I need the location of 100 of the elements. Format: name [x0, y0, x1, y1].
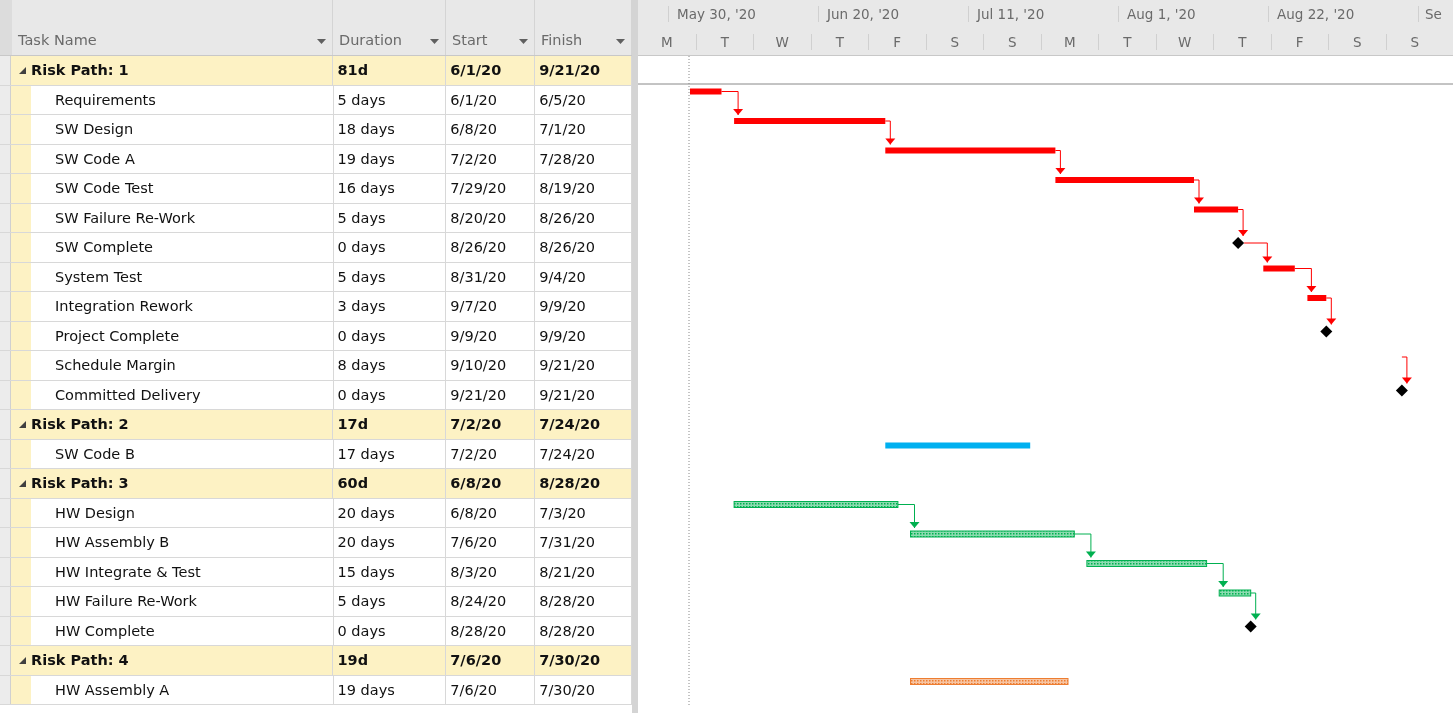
- duration-cell: 0 days: [337, 622, 386, 639]
- start-date-cell: 6/1/20: [450, 62, 502, 79]
- start-date-cell: 8/24/20: [450, 593, 507, 610]
- task-name: Committed Delivery: [55, 386, 201, 403]
- finish-date-cell: 8/26/20: [539, 209, 596, 226]
- task-name: SW Complete: [55, 239, 154, 256]
- finish-date-cell: 9/21/20: [539, 386, 596, 403]
- summary-task-name: Risk Path: 1: [31, 62, 129, 79]
- day-label: S: [983, 34, 1041, 50]
- finish-date-cell: 7/1/20: [539, 121, 586, 138]
- finish-date-cell: 7/28/20: [539, 150, 596, 167]
- day-label: T: [1213, 34, 1271, 50]
- task-name: SW Code Test: [55, 180, 154, 197]
- task-name: HW Design: [55, 504, 135, 521]
- day-label: T: [810, 34, 868, 50]
- finish-date-cell: 9/9/20: [539, 327, 586, 344]
- finish-date-cell: 8/28/20: [539, 475, 601, 492]
- task-name: Integration Rework: [55, 298, 193, 315]
- start-date-cell: 8/28/20: [450, 622, 507, 639]
- summary-task-name: Risk Path: 3: [31, 475, 129, 492]
- finish-date-cell: 9/21/20: [539, 357, 596, 374]
- finish-date-cell: 7/31/20: [539, 534, 596, 551]
- duration-cell: 17 days: [337, 445, 395, 462]
- summary-task-name: Risk Path: 2: [31, 416, 129, 433]
- day-label: W: [753, 34, 811, 50]
- start-date-cell: 9/21/20: [450, 386, 507, 403]
- duration-cell: 3 days: [337, 298, 386, 315]
- duration-cell: 5 days: [337, 91, 386, 108]
- task-name: SW Code A: [55, 150, 135, 167]
- start-date-cell: 7/29/20: [450, 180, 507, 197]
- column-header[interactable]: Start: [446, 0, 535, 55]
- day-label: S: [1328, 34, 1386, 50]
- finish-date-cell: 9/4/20: [539, 268, 586, 285]
- duration-cell: 20 days: [337, 504, 395, 521]
- finish-date-cell: 7/3/20: [539, 504, 586, 521]
- finish-date-cell: 7/24/20: [539, 445, 596, 462]
- column-header[interactable]: Duration: [333, 0, 446, 55]
- finish-date-cell: 8/19/20: [539, 180, 596, 197]
- day-label: T: [695, 34, 753, 50]
- finish-date-cell: 7/24/20: [539, 416, 601, 433]
- duration-cell: 0 days: [337, 386, 386, 403]
- duration-cell: 8 days: [337, 357, 386, 374]
- finish-date-cell: 9/9/20: [539, 298, 586, 315]
- day-label: S: [1385, 34, 1443, 50]
- finish-date-cell: 8/21/20: [539, 563, 596, 580]
- duration-cell: 19 days: [337, 681, 395, 698]
- duration-cell: 18 days: [337, 121, 395, 138]
- duration-cell: 0 days: [337, 327, 386, 344]
- duration-cell: 81d: [337, 62, 369, 79]
- day-label: S: [925, 34, 983, 50]
- task-name: Schedule Margin: [55, 357, 176, 374]
- task-name: System Test: [55, 268, 143, 285]
- timescale-label: Jul 11, '20: [968, 6, 1118, 22]
- duration-cell: 16 days: [337, 180, 395, 197]
- finish-date-cell: 6/5/20: [539, 91, 586, 108]
- task-name: SW Failure Re-Work: [55, 209, 196, 226]
- duration-cell: 17d: [337, 416, 369, 433]
- day-label: T: [1098, 34, 1156, 50]
- duration-cell: 5 days: [337, 209, 386, 226]
- finish-date-cell: 8/28/20: [539, 622, 596, 639]
- finish-date-cell: 7/30/20: [539, 652, 601, 669]
- task-name: HW Complete: [55, 622, 155, 639]
- finish-date-cell: 7/30/20: [539, 681, 596, 698]
- start-date-cell: 8/31/20: [450, 268, 507, 285]
- start-date-cell: 6/8/20: [450, 475, 502, 492]
- start-date-cell: 7/6/20: [450, 652, 502, 669]
- start-date-cell: 9/10/20: [450, 357, 507, 374]
- start-date-cell: 7/6/20: [450, 681, 497, 698]
- duration-cell: 5 days: [337, 268, 386, 285]
- task-name: Requirements: [55, 91, 156, 108]
- day-label: F: [868, 34, 926, 50]
- duration-cell: 60d: [337, 475, 369, 492]
- start-date-cell: 7/2/20: [450, 416, 502, 433]
- column-header[interactable]: Task Name: [12, 0, 333, 55]
- day-label: F: [1270, 34, 1328, 50]
- start-date-cell: 7/2/20: [450, 150, 497, 167]
- duration-cell: 5 days: [337, 593, 386, 610]
- timescale-label: Jun 20, '20: [818, 6, 968, 22]
- task-name: SW Code B: [55, 445, 135, 462]
- task-name: HW Integrate & Test: [55, 563, 201, 580]
- finish-date-cell: 8/26/20: [539, 239, 596, 256]
- start-date-cell: 9/9/20: [450, 327, 497, 344]
- start-date-cell: 8/20/20: [450, 209, 507, 226]
- timescale-label: Aug 1, '20: [1118, 6, 1268, 22]
- day-label: M: [659, 34, 674, 50]
- summary-task-name: Risk Path: 4: [31, 652, 129, 669]
- finish-date-cell: 9/21/20: [539, 62, 601, 79]
- finish-date-cell: 8/28/20: [539, 593, 596, 610]
- duration-cell: 19 days: [337, 150, 395, 167]
- start-date-cell: 7/2/20: [450, 445, 497, 462]
- start-date-cell: 7/6/20: [450, 534, 497, 551]
- start-date-cell: 9/7/20: [450, 298, 497, 315]
- timescale-label: May 30, '20: [668, 6, 818, 22]
- start-date-cell: 8/26/20: [450, 239, 507, 256]
- duration-cell: 15 days: [337, 563, 395, 580]
- task-name: SW Design: [55, 121, 134, 138]
- timescale-label: Se: [1418, 6, 1442, 22]
- start-date-cell: 8/3/20: [450, 563, 497, 580]
- start-date-cell: 6/8/20: [450, 504, 497, 521]
- task-name: HW Assembly B: [55, 534, 170, 551]
